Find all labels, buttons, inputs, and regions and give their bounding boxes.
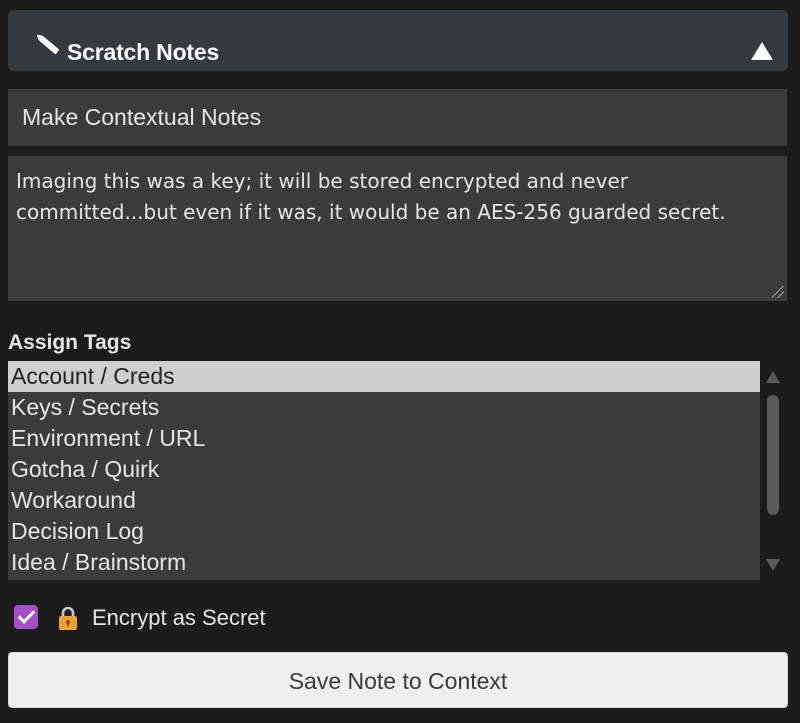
- tag-option[interactable]: Environment / URL: [8, 423, 760, 454]
- tag-option[interactable]: Decision Log: [8, 516, 760, 547]
- assign-tags-label: Assign Tags: [8, 331, 132, 354]
- checkmark-icon: [17, 606, 36, 624]
- scroll-thumb[interactable]: [767, 395, 779, 515]
- scratch-notes-header[interactable]: Scratch Notes: [8, 10, 788, 71]
- tag-list-scrollbar[interactable]: [762, 361, 784, 580]
- tag-option[interactable]: Gotcha / Quirk: [8, 454, 760, 485]
- scroll-up-arrow-icon[interactable]: [766, 371, 780, 383]
- collapse-triangle-icon[interactable]: [751, 42, 773, 60]
- tag-option[interactable]: Keys / Secrets: [8, 392, 760, 423]
- encrypt-secret-label: Encrypt as Secret: [92, 605, 266, 630]
- scroll-down-arrow-icon[interactable]: [766, 559, 780, 571]
- note-title-input[interactable]: [8, 89, 787, 146]
- resize-grip-icon[interactable]: [772, 286, 784, 298]
- save-note-button[interactable]: Save Note to Context: [8, 652, 788, 708]
- tag-listbox[interactable]: Account / Creds Keys / Secrets Environme…: [8, 361, 760, 580]
- tag-option[interactable]: Account / Creds: [8, 361, 760, 392]
- tag-option[interactable]: Workaround: [8, 485, 760, 516]
- tag-option[interactable]: Idea / Brainstorm: [8, 547, 760, 578]
- lock-icon: [59, 606, 77, 630]
- panel-title: Scratch Notes: [67, 39, 220, 65]
- note-body-textarea[interactable]: Imaging this was a key; it will be store…: [8, 156, 787, 301]
- encrypt-checkbox[interactable]: [14, 605, 38, 629]
- pencil-icon: [38, 35, 60, 55]
